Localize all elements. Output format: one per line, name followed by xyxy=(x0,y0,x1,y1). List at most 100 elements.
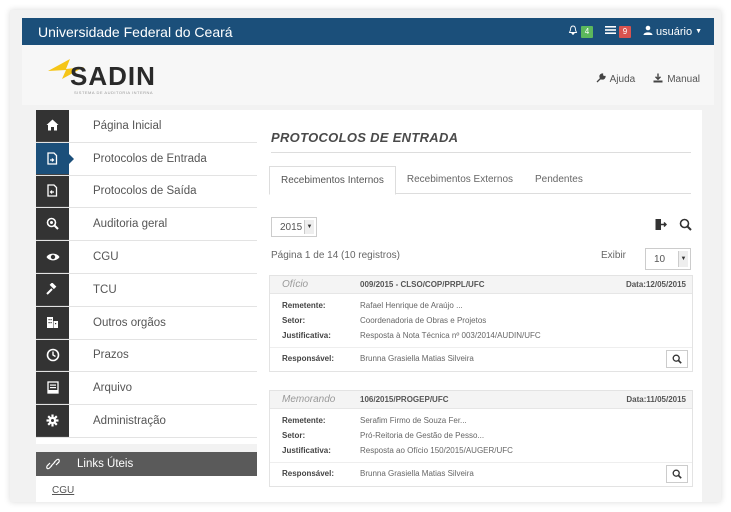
field-label: Justificativa: xyxy=(282,331,331,340)
per-page-label: Exibir xyxy=(601,250,627,261)
sidebar-item-cgu[interactable]: CGU xyxy=(36,241,276,274)
search-icon xyxy=(672,469,682,479)
list-icon xyxy=(604,25,616,38)
tab-recebimentos-internos[interactable]: Recebimentos Internos xyxy=(269,166,396,195)
record-number[interactable]: 106/2015/PROGEP/UFC xyxy=(360,395,626,404)
help-link[interactable]: Ajuda xyxy=(596,73,636,86)
messages-button[interactable]: 9 xyxy=(604,25,631,38)
sidebar-item-outros-orgaos[interactable]: Outros orgãos xyxy=(36,306,276,340)
record-number[interactable]: 009/2015 - CLSO/COP/PRPL/UFC xyxy=(360,280,626,289)
gavel-icon xyxy=(36,273,69,306)
per-page-select[interactable]: 10 ▼ xyxy=(645,248,691,270)
tabs-bar: Recebimentos Internos Recebimentos Exter… xyxy=(269,166,691,195)
per-page-value: 10 xyxy=(654,253,666,265)
record-date: Data:11/05/2015 xyxy=(626,395,686,404)
logo-text: SADIN xyxy=(70,61,156,91)
year-select[interactable]: 2015 ▼ xyxy=(271,217,317,237)
field-label: Remetente: xyxy=(282,416,326,425)
useful-links-panel: Links Úteis CGU xyxy=(36,452,276,502)
sidebar-item-label: CGU xyxy=(93,251,119,264)
sidebar-item-label: Página Inicial xyxy=(93,119,162,132)
view-record-button[interactable] xyxy=(666,464,688,483)
select-arrow-icon: ▼ xyxy=(678,251,688,267)
top-navbar: Universidade Federal do Ceará 4 9 usuári… xyxy=(22,18,714,45)
record-row-remetente: Remetente: Serafim Firmo de Souza Fer... xyxy=(270,413,692,428)
field-value: Pró-Reitoria de Gestão de Pesso... xyxy=(360,431,485,440)
eye-icon xyxy=(36,241,69,273)
header: SADIN SISTEMA DE AUDITORIA INTERNA Ajuda… xyxy=(22,45,714,105)
sidebar-item-tcu[interactable]: TCU xyxy=(36,273,276,307)
help-label: Ajuda xyxy=(609,74,636,85)
field-label: Responsável: xyxy=(282,469,335,478)
field-value: Brunna Grasiella Matias Silveira xyxy=(360,354,474,363)
record-row-setor: Setor: Pró-Reitoria de Gestão de Pesso..… xyxy=(270,428,692,443)
main-panel: PROTOCOLOS DE ENTRADA Recebimentos Inter… xyxy=(257,110,702,502)
notifications-button[interactable]: 4 xyxy=(568,25,593,38)
sadin-logo[interactable]: SADIN SISTEMA DE AUDITORIA INTERNA xyxy=(46,57,186,99)
field-label: Responsável: xyxy=(282,354,335,363)
messages-count-badge: 9 xyxy=(618,25,631,38)
sidebar-item-label: Auditoria geral xyxy=(93,218,168,231)
sidebar-nav: Página Inicial Protocolos de Entrada Pro… xyxy=(36,110,276,444)
field-label: Justificativa: xyxy=(282,446,331,455)
tab-recebimentos-externos[interactable]: Recebimentos Externos xyxy=(396,166,524,194)
help-links: Ajuda Manual xyxy=(596,73,700,86)
tab-pendentes[interactable]: Pendentes xyxy=(524,166,594,194)
sidebar-item-label: Protocolos de Entrada xyxy=(93,152,207,165)
document-out-icon xyxy=(36,175,69,208)
record-type: Memorando xyxy=(282,394,336,405)
field-value: Serafim Firmo de Souza Fer... xyxy=(360,416,467,425)
select-arrow-icon: ▼ xyxy=(304,220,314,234)
sidebar-item-arquivo[interactable]: Arquivo xyxy=(36,372,276,406)
record-type: Ofício xyxy=(282,279,309,290)
sidebar-item-pagina-inicial[interactable]: Página Inicial xyxy=(36,110,276,143)
title-divider xyxy=(271,152,691,153)
document-in-icon xyxy=(36,142,74,175)
record-header: Ofício 009/2015 - CLSO/COP/PRPL/UFC Data… xyxy=(270,276,692,294)
view-record-button[interactable] xyxy=(666,349,688,368)
download-icon xyxy=(653,73,663,86)
record-row-setor: Setor: Coordenadoria de Obras e Projetos xyxy=(270,313,692,328)
record-row-remetente: Remetente: Rafael Henrique de Araújo ... xyxy=(270,298,692,313)
manual-label: Manual xyxy=(667,74,700,85)
sidebar-item-label: Administração xyxy=(93,415,166,428)
useful-links-header: Links Úteis xyxy=(36,452,276,476)
clock-icon xyxy=(36,339,69,372)
export-icon[interactable] xyxy=(654,218,667,231)
wrench-icon xyxy=(596,73,606,86)
manual-link[interactable]: Manual xyxy=(653,73,700,86)
sidebar-item-label: Arquivo xyxy=(93,382,132,395)
sidebar-item-prazos[interactable]: Prazos xyxy=(36,339,276,373)
field-label: Setor: xyxy=(282,316,306,325)
archive-icon xyxy=(36,372,69,405)
user-menu[interactable]: usuário ▼ xyxy=(643,25,702,38)
audit-search-icon xyxy=(36,208,69,241)
home-icon xyxy=(36,110,69,142)
link-icon xyxy=(36,458,69,470)
field-value: Rafael Henrique de Araújo ... xyxy=(360,301,463,310)
sidebar-item-label: Outros orgãos xyxy=(93,316,166,329)
sidebar-item-label: Prazos xyxy=(93,349,129,362)
caret-down-icon: ▼ xyxy=(695,28,702,35)
record-row-responsavel: Responsável: Brunna Grasiella Matias Sil… xyxy=(270,347,692,369)
sidebar-item-auditoria-geral[interactable]: Auditoria geral xyxy=(36,208,276,242)
field-value: Coordenadoria de Obras e Projetos xyxy=(360,316,487,325)
pagination-info: Página 1 de 14 (10 registros) xyxy=(271,250,400,261)
field-label: Setor: xyxy=(282,431,306,440)
record-header: Memorando 106/2015/PROGEP/UFC Data:11/05… xyxy=(270,391,692,409)
field-value: Brunna Grasiella Matias Silveira xyxy=(360,469,474,478)
sidebar-item-protocolos-entrada[interactable]: Protocolos de Entrada xyxy=(36,142,276,176)
sidebar-item-label: Protocolos de Saída xyxy=(93,185,197,198)
university-brand[interactable]: Universidade Federal do Ceará xyxy=(38,24,568,40)
logo-subtitle: SISTEMA DE AUDITORIA INTERNA xyxy=(74,90,154,95)
record-card: Ofício 009/2015 - CLSO/COP/PRPL/UFC Data… xyxy=(269,275,693,372)
sidebar-item-administracao[interactable]: Administração xyxy=(36,405,276,438)
link-cgu[interactable]: CGU xyxy=(36,476,276,496)
sidebar-item-protocolos-saida[interactable]: Protocolos de Saída xyxy=(36,175,276,209)
field-label: Remetente: xyxy=(282,301,326,310)
toolbar-icons xyxy=(654,218,692,231)
notifications-count-badge: 4 xyxy=(580,25,593,38)
search-icon[interactable] xyxy=(679,218,692,231)
building-icon xyxy=(36,306,69,339)
record-row-justificativa: Justificativa: Resposta ao Ofício 150/20… xyxy=(270,443,692,458)
